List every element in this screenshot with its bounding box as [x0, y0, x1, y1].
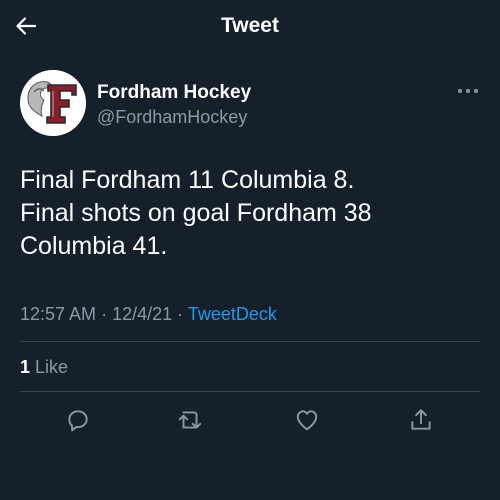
- reply-icon: [68, 410, 88, 432]
- user-handle[interactable]: @FordhamHockey: [97, 107, 247, 128]
- tweet-text: Final Fordham 11 Columbia 8. Final shots…: [20, 164, 480, 263]
- tweet-meta: 12:57 AM · 12/4/21 · TweetDeck: [20, 304, 277, 325]
- tweet-date[interactable]: 12/4/21: [112, 304, 172, 324]
- reply-button[interactable]: [63, 405, 93, 435]
- like-button[interactable]: [292, 405, 322, 435]
- likes-count: 1: [20, 357, 31, 377]
- likes-label: Like: [35, 357, 69, 377]
- top-bar: Tweet: [0, 0, 500, 54]
- avatar[interactable]: [20, 70, 86, 136]
- tweet-author: Fordham Hockey @FordhamHockey: [20, 70, 480, 136]
- tweet-time[interactable]: 12:57 AM: [20, 304, 96, 324]
- tweet-text-line: Final Fordham 11 Columbia 8.: [20, 166, 355, 194]
- fordham-ram-logo: [20, 70, 86, 136]
- share-button[interactable]: [406, 405, 436, 435]
- tweet-text-line: Final shots on goal Fordham 38: [20, 199, 372, 227]
- tweet-actions: [0, 405, 500, 435]
- meta-separator: ·: [101, 304, 108, 324]
- page-title: Tweet: [221, 14, 279, 37]
- retweet-icon: [178, 411, 202, 429]
- meta-separator: ·: [177, 304, 184, 324]
- more-options-button[interactable]: [456, 84, 480, 98]
- divider: [20, 391, 480, 392]
- tweet-source-link[interactable]: TweetDeck: [188, 304, 277, 324]
- likes-stat[interactable]: 1 Like: [20, 357, 68, 378]
- heart-icon: [296, 410, 318, 431]
- more-horizontal-icon: [458, 89, 478, 93]
- tweet-text-line: Columbia 41.: [20, 232, 168, 260]
- display-name[interactable]: Fordham Hockey: [97, 82, 251, 104]
- divider: [20, 341, 480, 342]
- share-icon: [411, 409, 431, 430]
- retweet-button[interactable]: [175, 405, 205, 435]
